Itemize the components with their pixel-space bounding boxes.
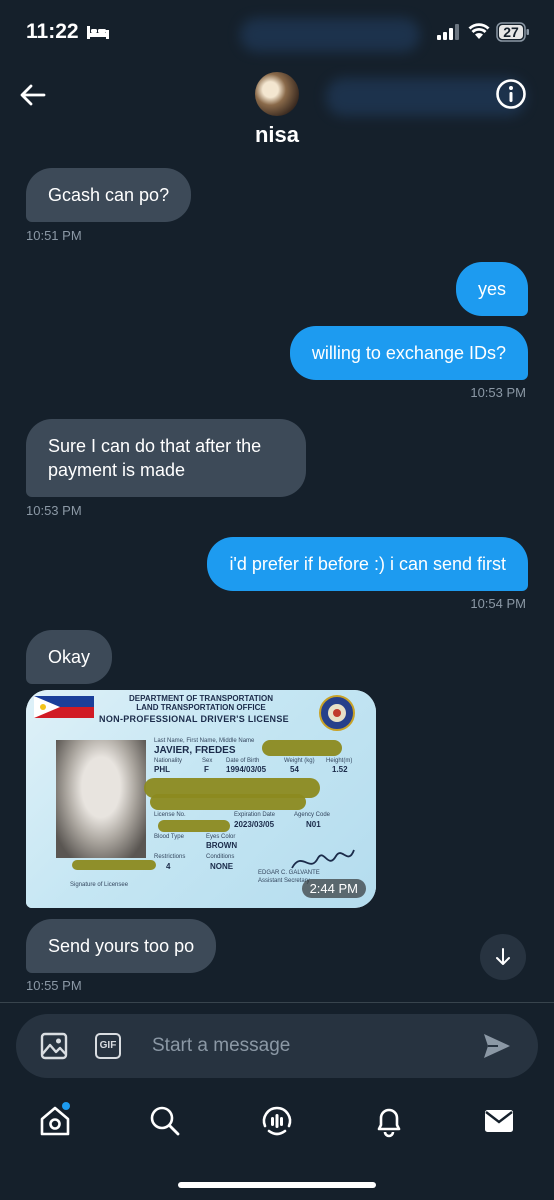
composer-divider <box>0 1002 554 1003</box>
message-text: Send yours too po <box>48 936 195 956</box>
message-text: Okay <box>48 647 91 667</box>
name-value: JAVIER, FREDES <box>154 745 236 756</box>
bottom-tab-bar <box>0 1092 554 1152</box>
message-bubble-outgoing[interactable]: willing to exchange IDs? <box>289 326 528 380</box>
message-text: willing to exchange IDs? <box>311 343 506 363</box>
signature-label: Signature of Licensee <box>70 882 129 888</box>
message-composer: GIF <box>16 1014 538 1078</box>
message-text: Gcash can po? <box>48 185 170 205</box>
card-dept: DEPARTMENT OF TRANSPORTATION <box>129 694 273 703</box>
restrictions-value: 4 <box>166 862 171 871</box>
scroll-down-button[interactable] <box>480 934 526 980</box>
bed-icon <box>87 26 109 39</box>
signal-icon <box>437 24 459 40</box>
image-attachment[interactable]: DEPARTMENT OF TRANSPORTATION LAND TRANSP… <box>26 690 376 908</box>
message-bubble-incoming[interactable]: Send yours too po <box>26 919 217 973</box>
dob-label: Date of Birth <box>226 758 260 764</box>
sex-label: Sex <box>202 758 213 764</box>
message-timestamp: 10:54 PM <box>470 596 526 611</box>
gif-icon[interactable]: GIF <box>95 1033 121 1059</box>
message-bubble-outgoing[interactable]: i'd prefer if before :) i can send first <box>207 537 528 591</box>
sex-value: F <box>204 765 209 774</box>
battery-level: 27 <box>503 24 519 40</box>
blood-label: Blood Type <box>154 834 184 840</box>
send-icon[interactable] <box>482 1032 512 1060</box>
message-text: i'd prefer if before :) i can send first <box>229 554 506 574</box>
eyes-label: Eyes Color <box>206 834 236 840</box>
status-bar: 11:22 27 <box>0 0 554 66</box>
conditions-label: Conditions <box>206 854 235 860</box>
card-header: DEPARTMENT OF TRANSPORTATION LAND TRANSP… <box>86 694 316 712</box>
back-arrow-icon[interactable] <box>18 80 48 110</box>
signature-icon <box>291 849 355 869</box>
message-text: Sure I can do that after the payment is … <box>48 436 262 480</box>
agency-label: Agency Code <box>294 812 331 818</box>
spaces-icon[interactable] <box>260 1104 294 1138</box>
redaction <box>72 860 156 870</box>
eyes-value: BROWN <box>206 841 238 850</box>
official-title: Assistant Secretary <box>258 878 310 884</box>
blurred-notification <box>240 18 420 52</box>
message-bubble-incoming[interactable]: Sure I can do that after the payment is … <box>26 419 306 497</box>
height-label: Height(m) <box>326 758 353 764</box>
wifi-icon <box>468 23 490 39</box>
message-timestamp: 10:55 PM <box>26 978 82 993</box>
conditions-value: NONE <box>210 862 234 871</box>
notifications-icon[interactable] <box>372 1104 406 1138</box>
nationality-value: PHL <box>154 765 170 774</box>
message-timestamp: 10:53 PM <box>470 385 526 400</box>
drivers-license-image: DEPARTMENT OF TRANSPORTATION LAND TRANSP… <box>26 690 376 908</box>
status-time: 11:22 <box>26 20 79 43</box>
message-timestamp: 10:53 PM <box>26 503 82 518</box>
dob-value: 1994/03/05 <box>226 765 267 774</box>
message-bubble-incoming[interactable]: Okay <box>26 630 113 684</box>
info-icon[interactable] <box>495 78 527 110</box>
weight-label: Weight (kg) <box>284 758 315 764</box>
expiry-label: Expiration Date <box>234 812 276 818</box>
redaction <box>158 820 230 832</box>
message-bubble-outgoing[interactable]: yes <box>455 262 528 316</box>
agency-value: N01 <box>306 820 321 829</box>
card-title: NON-PROFESSIONAL DRIVER'S LICENSE <box>99 714 289 724</box>
conversation-header: nisa <box>0 66 554 160</box>
image-icon[interactable] <box>40 1032 68 1060</box>
card-office: LAND TRANSPORTATION OFFICE <box>136 703 266 712</box>
search-icon[interactable] <box>148 1104 182 1138</box>
message-bubble-incoming[interactable]: Gcash can po? <box>26 168 192 222</box>
message-text: yes <box>477 279 506 299</box>
weight-value: 54 <box>290 765 299 774</box>
messages-icon[interactable] <box>482 1104 516 1138</box>
arrow-down-icon <box>496 948 510 965</box>
expiry-value: 2023/03/05 <box>234 820 275 829</box>
message-input[interactable] <box>152 1026 472 1066</box>
avatar[interactable] <box>255 72 299 116</box>
restrictions-label: Restrictions <box>154 854 186 860</box>
name-label: Last Name, First Name, Middle Name <box>154 738 255 744</box>
home-notification-dot <box>62 1102 70 1110</box>
message-timestamp: 10:51 PM <box>26 228 82 243</box>
license-label: License No. <box>154 812 186 818</box>
home-indicator <box>178 1182 376 1188</box>
contact-name[interactable]: nisa <box>0 122 554 148</box>
height-value: 1.52 <box>332 765 348 774</box>
redaction <box>150 794 306 810</box>
license-photo <box>56 740 146 858</box>
lto-seal-icon <box>319 695 355 731</box>
image-timestamp: 2:44 PM <box>301 879 366 898</box>
redaction <box>262 740 342 756</box>
nationality-label: Nationality <box>154 758 183 764</box>
